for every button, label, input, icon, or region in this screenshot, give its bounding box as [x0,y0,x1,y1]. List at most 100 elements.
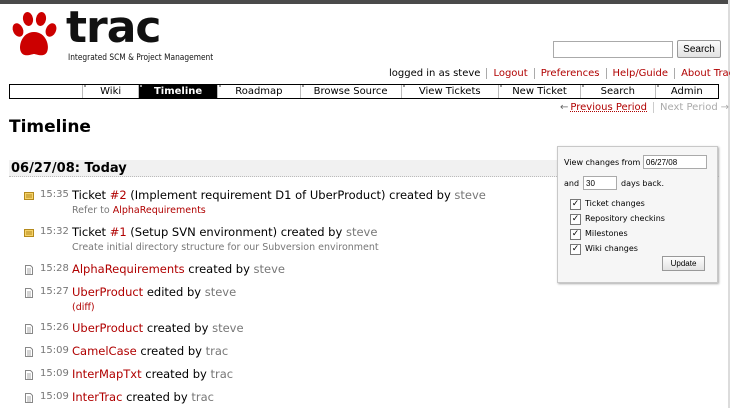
view-changes-from-label: View changes from [564,158,641,167]
event-link[interactable]: AlphaRequirements [72,262,185,276]
meta-nav-separator [605,67,607,79]
tab-view-tickets[interactable]: View Tickets [400,85,498,98]
event-author: steve [345,225,378,239]
timeline-event: 15:09 InterMapTxt created by trac [24,367,554,389]
tab-wiki[interactable]: Wiki [82,85,138,98]
trac-paw-logo-icon[interactable] [10,10,58,60]
event-description-link[interactable]: AlphaRequirements [113,205,206,216]
event-title-text: created by [136,344,206,358]
tab-search[interactable]: Search [580,85,654,98]
event-description: (diff) [72,302,95,313]
event-description: Create initial directory structure for o… [72,242,379,253]
from-date-input[interactable] [643,155,707,169]
milestones-checkbox[interactable]: ✓ [570,229,581,240]
event-link[interactable]: #1 [110,225,127,239]
logout-link[interactable]: Logout [493,68,527,79]
event-author: steve [212,321,244,335]
about-trac-link[interactable]: About Trac [681,68,730,79]
timeline-event: 15:28 AlphaRequirements created by steve [24,262,554,284]
milestones-label: Milestones [585,229,628,238]
event-time: 15:09 [40,391,69,402]
context-nav-separator [653,102,655,113]
timeline-event: 15:26 UberProduct created by steve [24,321,554,343]
timeline-event: 15:27 UberProduct edited by steve (diff) [24,285,554,313]
tab-blank [10,85,82,98]
days-back-input[interactable] [583,176,617,190]
event-author: steve [204,285,237,299]
new-ticket-icon [24,191,34,201]
search-button[interactable]: Search [677,40,721,58]
event-link[interactable]: UberProduct [72,321,143,335]
search-input[interactable] [553,41,673,58]
timeline-event: 15:32 Ticket #1 (Setup SVN environment) c… [24,225,554,253]
meta-nav: logged in as steve Logout Preferences He… [389,66,730,80]
meta-nav-separator [674,67,676,79]
event-description-text: Create initial directory structure for o… [72,242,379,253]
wiki-page-icon [24,288,34,298]
repository-checkins-checkbox[interactable]: ✓ [570,214,581,225]
left-arrow-icon: ← [560,102,569,113]
event-title: CamelCase created by trac [72,344,228,358]
page-title: Timeline [9,117,91,137]
previous-period-link[interactable]: Previous Period [570,102,647,113]
wiki-page-icon [24,347,34,357]
wiki-page-icon [24,265,34,275]
meta-nav-separator [486,67,488,79]
event-time: 15:32 [40,226,69,237]
wiki-changes-label: Wiki changes [585,244,638,253]
event-title-prefix: Ticket [72,188,110,202]
event-title-text: created by [122,390,192,404]
event-time: 15:09 [40,368,69,379]
repository-checkins-label: Repository checkins [585,214,665,223]
event-title-text: edited by [143,285,205,299]
trac-logo-subtitle: Integrated SCM & Project Management [68,53,214,63]
wiki-changes-checkbox[interactable]: ✓ [570,244,581,255]
event-title: InterTrac created by trac [72,390,214,404]
main-nav: Wiki Timeline Roadmap Browse Source View… [9,84,719,99]
event-title-text: created by [184,262,254,276]
timeline-event: 15:09 InterTrac created by trac [24,390,554,412]
next-period-label: Next Period [660,102,718,113]
help-guide-link[interactable]: Help/Guide [613,68,669,79]
event-author: trac [191,390,214,404]
wiki-page-icon [24,370,34,380]
event-link[interactable]: #2 [110,188,127,202]
event-title: UberProduct created by steve [72,321,244,335]
timeline-preferences-form: View changes from and days back. ✓ Ticke… [557,146,718,283]
days-back-label: days back. [621,179,664,188]
event-title-text: (Setup SVN environment) created by [126,225,346,239]
event-title: UberProduct edited by steve [72,285,236,299]
tab-browse-source[interactable]: Browse Source [299,85,401,98]
ticket-changes-checkbox[interactable]: ✓ [570,199,581,210]
tab-admin[interactable]: Admin [654,85,718,98]
event-title: Ticket #2 (Implement requirement D1 of U… [72,188,486,202]
event-description-text: Refer to [72,205,113,216]
event-link[interactable]: UberProduct [72,285,143,299]
event-description: Refer to AlphaRequirements [72,205,206,216]
event-title-text: (Implement requirement D1 of UberProduct… [126,188,455,202]
event-title: Ticket #1 (Setup SVN environment) create… [72,225,377,239]
event-time: 15:28 [40,263,69,274]
event-title: InterMapTxt created by trac [72,367,233,381]
logged-in-label: logged in as steve [389,67,481,79]
day-header-label: 06/27/08: Today [11,161,127,176]
tab-new-ticket[interactable]: New Ticket [497,85,580,98]
event-title-text: created by [141,367,211,381]
wiki-page-icon [24,324,34,334]
event-title: AlphaRequirements created by steve [72,262,285,276]
tab-roadmap[interactable]: Roadmap [217,85,299,98]
preferences-link[interactable]: Preferences [541,68,600,79]
event-link[interactable]: CamelCase [72,344,137,358]
event-title-text: created by [143,321,213,335]
event-link[interactable]: InterMapTxt [72,367,142,381]
event-link[interactable]: InterTrac [72,390,122,404]
timeline-event: 15:09 CamelCase created by trac [24,344,554,366]
tab-timeline[interactable]: Timeline [137,85,218,98]
and-label: and [564,179,580,188]
event-time: 15:26 [40,322,69,333]
update-button[interactable]: Update [662,256,705,271]
event-title-prefix: Ticket [72,225,110,239]
event-description-link[interactable]: (diff) [72,302,95,313]
wiki-page-icon [24,393,34,403]
event-author: steve [253,262,286,276]
